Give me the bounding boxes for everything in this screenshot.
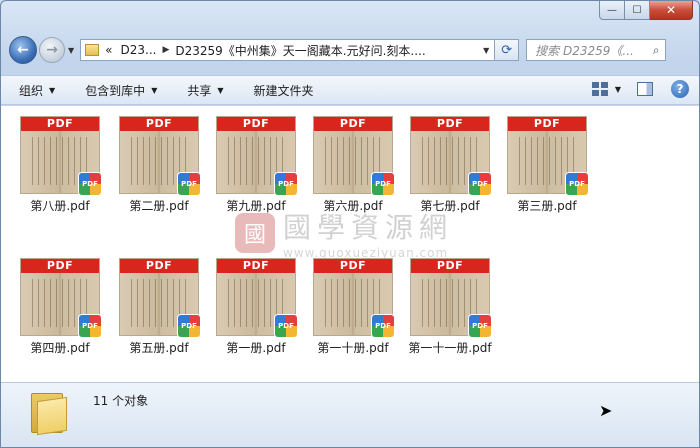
pdf-badge-icon: PDF: [469, 315, 491, 337]
refresh-button[interactable]: ⟳: [495, 39, 520, 61]
change-view-icon[interactable]: [591, 81, 609, 97]
breadcrumb-overflow[interactable]: «: [105, 43, 112, 57]
pdf-thumbnail-icon: PDF PDF: [216, 258, 297, 337]
explorer-window: — ☐ ✕ ← → ▼ « D23... ▶ D23259《中州集》天一阁藏本.…: [0, 0, 700, 448]
minimize-button[interactable]: —: [599, 1, 625, 20]
pdf-badge-icon: PDF: [79, 315, 101, 337]
details-pane: 11 个对象: [1, 382, 699, 447]
toolbar-right: ▼ ?: [591, 80, 689, 98]
file-item[interactable]: PDF PDF 第一册.pdf: [208, 258, 304, 356]
breadcrumb-separator-icon[interactable]: ▶: [162, 45, 169, 55]
chevron-down-icon: ▼: [151, 85, 158, 95]
forward-arrow-icon: →: [46, 42, 58, 58]
file-list: 國 國學資源網 www.guoxueziyuan.com PDF PDF 第八册.…: [1, 106, 699, 382]
watermark-seal-icon: 國: [235, 213, 275, 253]
pdf-thumbnail-icon: PDF PDF: [20, 116, 101, 195]
file-item[interactable]: PDF PDF 第一十一册.pdf: [399, 258, 501, 356]
caption-buttons: — ☐ ✕: [599, 1, 693, 20]
command-bar: 组织 ▼ 包含到库中 ▼ 共享 ▼ 新建文件夹 ▼ ?: [1, 75, 699, 105]
chevron-down-icon: ▼: [217, 85, 224, 95]
pdf-thumbnail-icon: PDF PDF: [216, 116, 297, 195]
pdf-badge-icon: PDF: [275, 173, 297, 195]
help-icon[interactable]: ?: [671, 80, 689, 98]
pdf-badge-icon: PDF: [566, 173, 588, 195]
file-item[interactable]: PDF PDF 第四册.pdf: [12, 258, 108, 356]
new-folder-label: 新建文件夹: [253, 83, 314, 98]
back-button[interactable]: ←: [9, 36, 37, 64]
file-item[interactable]: PDF PDF 第二册.pdf: [111, 116, 207, 214]
new-folder-button[interactable]: 新建文件夹: [254, 82, 314, 99]
navigation-bar: ← → ▼ « D23... ▶ D23259《中州集》天一阁藏本.元好问.刻本…: [9, 35, 691, 65]
breadcrumb-item[interactable]: D23259《中州集》天一阁藏本.元好问.刻本....: [175, 42, 425, 59]
file-name: 第二册.pdf: [129, 199, 189, 213]
pdf-thumbnail-icon: PDF PDF: [313, 258, 394, 337]
pdf-thumbnail-icon: PDF PDF: [313, 116, 394, 195]
refresh-icon: ⟳: [501, 42, 513, 58]
pdf-thumbnail-icon: PDF PDF: [119, 116, 200, 195]
back-arrow-icon: ←: [17, 42, 29, 58]
breadcrumb-item[interactable]: D23...: [121, 43, 157, 57]
file-name: 第五册.pdf: [129, 341, 189, 355]
pdf-thumbnail-icon: PDF PDF: [410, 116, 491, 195]
file-name: 第九册.pdf: [226, 199, 286, 213]
item-count: 11 个对象: [93, 394, 149, 408]
file-item[interactable]: PDF PDF 第一十册.pdf: [305, 258, 401, 356]
file-item[interactable]: PDF PDF 第六册.pdf: [305, 116, 401, 214]
pdf-thumbnail-icon: PDF PDF: [119, 258, 200, 337]
pdf-badge-icon: PDF: [372, 173, 394, 195]
file-name: 第一十一册.pdf: [408, 341, 492, 355]
file-item[interactable]: PDF PDF 第三册.pdf: [499, 116, 595, 214]
include-in-library-label: 包含到库中: [85, 83, 146, 98]
address-bar[interactable]: « D23... ▶ D23259《中州集》天一阁藏本.元好问.刻本.... ▼: [80, 39, 496, 61]
pdf-badge-icon: PDF: [178, 315, 200, 337]
pdf-badge-icon: PDF: [372, 315, 394, 337]
file-item[interactable]: PDF PDF 第七册.pdf: [402, 116, 498, 214]
maximize-button[interactable]: ☐: [625, 1, 650, 20]
file-name: 第一册.pdf: [226, 341, 286, 355]
file-item[interactable]: PDF PDF 第五册.pdf: [111, 258, 207, 356]
folder-icon: [85, 44, 100, 56]
address-dropdown-icon[interactable]: ▼: [478, 46, 494, 55]
pdf-thumbnail-icon: PDF PDF: [20, 258, 101, 337]
file-name: 第一十册.pdf: [317, 341, 389, 355]
recent-pages-dropdown-icon[interactable]: ▼: [68, 46, 74, 55]
preview-pane-icon[interactable]: [637, 82, 653, 96]
watermark: 國 國學資源網 www.guoxueziyuan.com: [235, 206, 453, 260]
forward-button[interactable]: →: [39, 37, 65, 63]
file-name: 第三册.pdf: [517, 199, 577, 213]
pdf-thumbnail-icon: PDF PDF: [507, 116, 588, 195]
file-item[interactable]: PDF PDF 第九册.pdf: [208, 116, 304, 214]
search-icon[interactable]: ⌕: [647, 43, 665, 58]
pdf-thumbnail-icon: PDF PDF: [410, 258, 491, 337]
search-placeholder: 搜索 D23259《...: [535, 43, 634, 58]
pdf-badge-icon: PDF: [178, 173, 200, 195]
file-item[interactable]: PDF PDF 第八册.pdf: [12, 116, 108, 214]
mouse-cursor-icon: ➤: [599, 401, 613, 420]
view-options-dropdown-icon[interactable]: ▼: [615, 85, 621, 94]
file-name: 第七册.pdf: [420, 199, 480, 213]
chevron-down-icon: ▼: [49, 85, 56, 95]
organize-label: 组织: [19, 83, 44, 98]
search-input[interactable]: 搜索 D23259《... ⌕: [526, 39, 667, 61]
file-name: 第六册.pdf: [323, 199, 383, 213]
watermark-text: 國學資源網 www.guoxueziyuan.com: [283, 206, 453, 260]
close-button[interactable]: ✕: [650, 1, 693, 20]
share-label: 共享: [187, 83, 212, 98]
file-name: 第八册.pdf: [30, 199, 90, 213]
folder-icon: [31, 389, 67, 436]
organize-menu[interactable]: 组织 ▼: [19, 82, 55, 99]
file-name: 第四册.pdf: [30, 341, 90, 355]
include-in-library-menu[interactable]: 包含到库中 ▼: [85, 82, 157, 99]
pdf-badge-icon: PDF: [469, 173, 491, 195]
pdf-badge-icon: PDF: [79, 173, 101, 195]
pdf-badge-icon: PDF: [275, 315, 297, 337]
share-menu[interactable]: 共享 ▼: [187, 82, 223, 99]
